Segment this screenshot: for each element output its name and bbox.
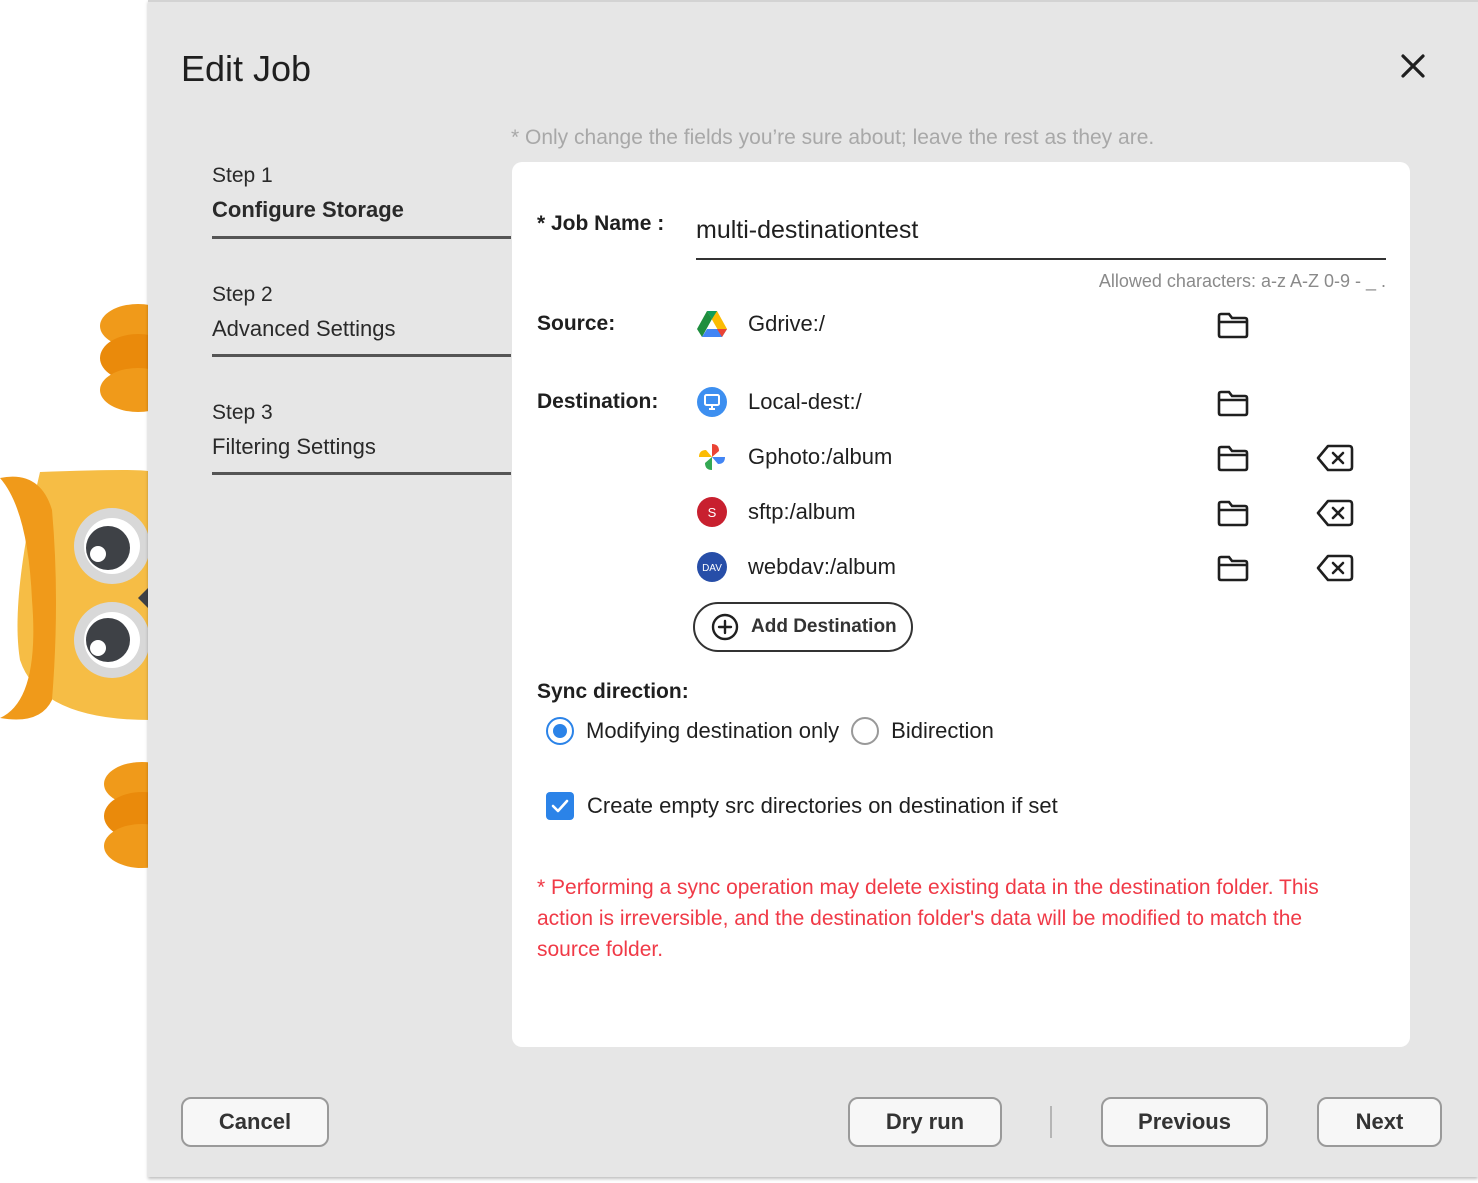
destination-path: Local-dest:/ — [748, 389, 862, 414]
create-empty-dirs-checkbox[interactable] — [546, 792, 574, 820]
radio-modifying-destination-only[interactable] — [546, 717, 574, 745]
checkmark-icon — [551, 799, 569, 813]
allowed-characters-hint: Allowed characters: a-z A-Z 0-9 - _ . — [1098, 271, 1386, 291]
sync-direction-options: Modifying destination only Bidirection — [546, 717, 1006, 745]
radio-bidirection[interactable] — [851, 717, 880, 745]
edit-job-dialog: Edit Job Step 1 Configure Storage Step 2… — [148, 0, 1478, 1177]
plus-circle-icon — [711, 613, 739, 641]
storage-form: * Job Name : Allowed characters: a-z A-Z… — [512, 162, 1410, 1047]
sftp-icon: S — [697, 497, 727, 527]
folder-icon[interactable] — [1216, 553, 1250, 583]
remove-destination-icon[interactable] — [1316, 553, 1354, 583]
step-filtering-settings[interactable]: Step 3 Filtering Settings — [212, 399, 511, 475]
destination-row: Gphoto:/album — [696, 437, 1366, 477]
destination-row: DAV webdav:/album — [696, 547, 1366, 587]
owl-mascot — [0, 300, 180, 880]
folder-icon[interactable] — [1216, 443, 1250, 473]
edit-hint: * Only change the fields you’re sure abo… — [511, 126, 1155, 149]
next-button[interactable]: Next — [1317, 1097, 1442, 1147]
folder-icon[interactable] — [1216, 388, 1250, 418]
add-destination-label: Add Destination — [751, 616, 897, 637]
gphoto-icon — [699, 444, 725, 470]
source-label: Source: — [537, 312, 616, 335]
dialog-title: Edit Job — [181, 48, 312, 89]
sftp-badge-text: S — [708, 505, 717, 520]
destination-path: webdav:/album — [748, 554, 896, 579]
destination-row: S sftp:/album — [696, 492, 1366, 532]
step-name: Configure Storage — [212, 197, 404, 222]
close-icon — [1401, 54, 1425, 78]
previous-button[interactable]: Previous — [1101, 1097, 1268, 1147]
cancel-button[interactable]: Cancel — [181, 1097, 329, 1147]
radio-label: Modifying destination only — [586, 718, 840, 743]
destination-path: sftp:/album — [748, 499, 856, 524]
destination-label: Destination: — [537, 390, 659, 413]
step-advanced-settings[interactable]: Step 2 Advanced Settings — [212, 281, 511, 357]
steps-nav: Step 1 Configure Storage Step 2 Advanced… — [212, 162, 511, 475]
local-icon — [697, 387, 727, 417]
step-number: Step 3 — [212, 401, 273, 424]
webdav-icon: DAV — [697, 552, 727, 582]
step-name: Filtering Settings — [212, 434, 376, 459]
step-number: Step 2 — [212, 283, 273, 306]
dry-run-button[interactable]: Dry run — [848, 1097, 1002, 1147]
step-configure-storage[interactable]: Step 1 Configure Storage — [212, 162, 511, 239]
source-path: Gdrive:/ — [748, 311, 826, 336]
button-separator — [1050, 1106, 1052, 1138]
folder-icon[interactable] — [1216, 310, 1250, 340]
close-button[interactable] — [1395, 48, 1431, 84]
step-number: Step 1 — [212, 164, 273, 187]
job-name-label: * Job Name : — [537, 212, 665, 235]
destination-path: Gphoto:/album — [748, 444, 893, 469]
step-name: Advanced Settings — [212, 316, 396, 341]
folder-icon[interactable] — [1216, 498, 1250, 528]
destination-row: Local-dest:/ — [696, 382, 1366, 422]
radio-label: Bidirection — [891, 718, 994, 743]
sync-warning: * Performing a sync operation may delete… — [537, 876, 1319, 961]
webdav-badge-text: DAV — [702, 563, 722, 574]
job-name-input[interactable] — [696, 202, 1386, 260]
create-empty-dirs-option: Create empty src directories on destinat… — [546, 792, 1058, 820]
remove-destination-icon[interactable] — [1316, 443, 1354, 473]
remove-destination-icon[interactable] — [1316, 498, 1354, 528]
create-empty-dirs-label: Create empty src directories on destinat… — [587, 793, 1058, 818]
gdrive-icon — [697, 311, 727, 337]
add-destination-button[interactable]: Add Destination — [693, 602, 913, 652]
source-row: Gdrive:/ — [696, 304, 1366, 344]
sync-direction-label: Sync direction: — [537, 680, 689, 703]
